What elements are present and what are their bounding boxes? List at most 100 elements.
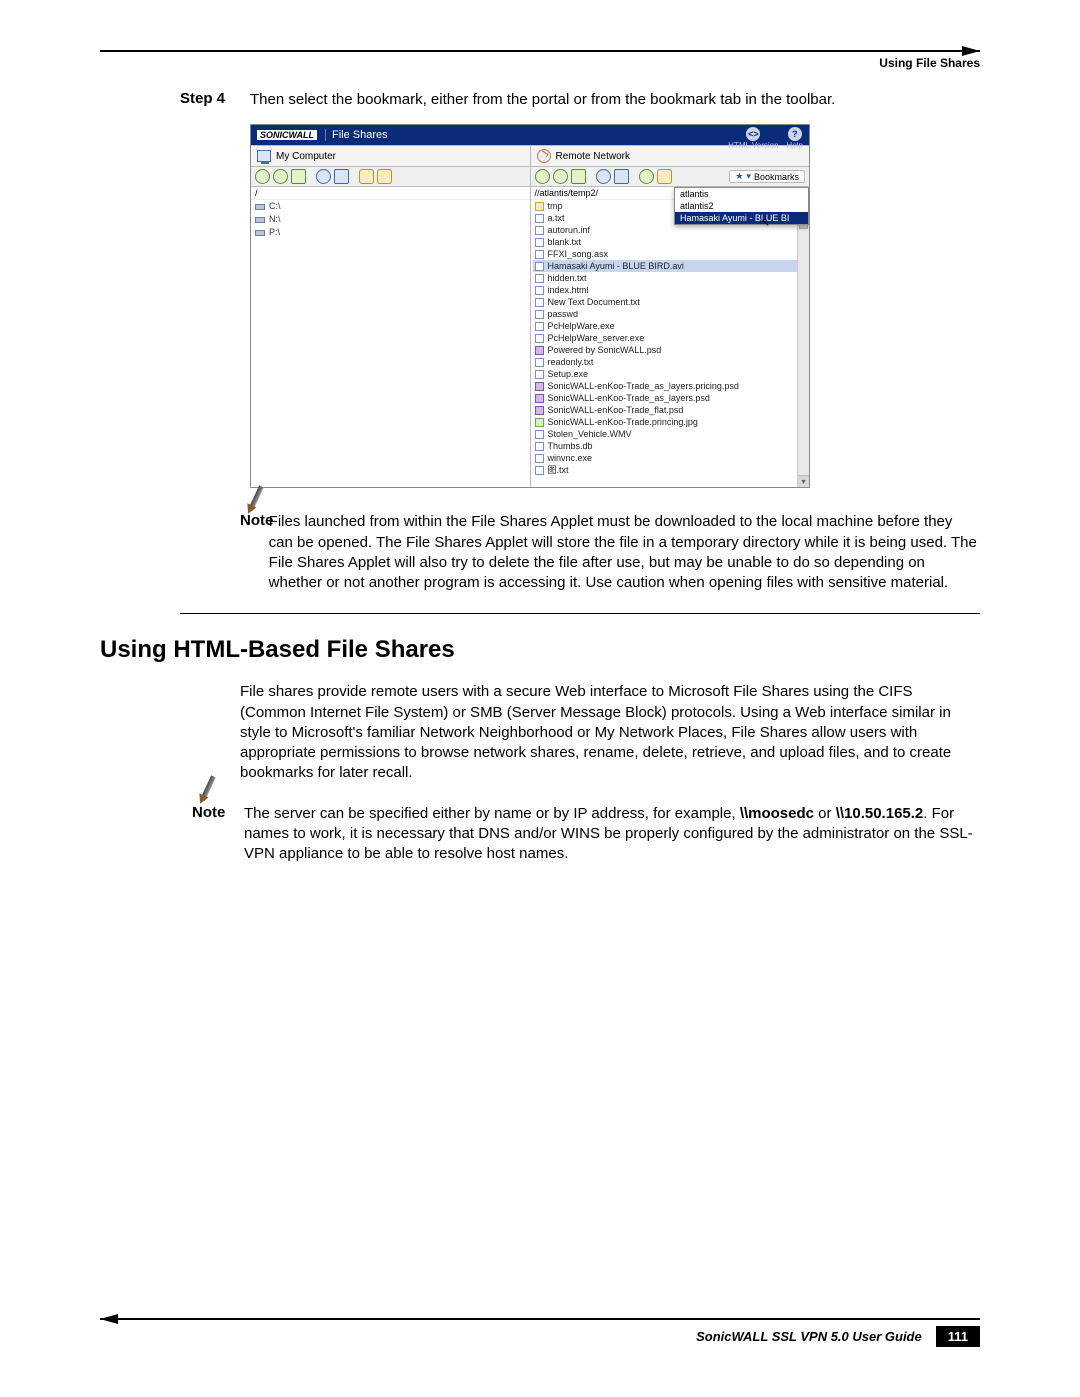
drive-item[interactable]: P:\ xyxy=(251,226,530,239)
r-refresh-icon[interactable] xyxy=(596,169,611,184)
drive-icon xyxy=(255,204,265,210)
forward-icon[interactable] xyxy=(273,169,288,184)
file-icon xyxy=(535,382,544,391)
file-icon xyxy=(535,346,544,355)
file-shares-applet-screenshot: SONICWALL File Shares <> HTML Version ? … xyxy=(250,124,810,488)
bookmark-item-selected[interactable]: Hamasaki Ayumi - BLUE BI ↖ xyxy=(675,212,808,224)
r-up-icon[interactable] xyxy=(571,169,586,184)
file-icon xyxy=(535,454,544,463)
network-icon xyxy=(537,149,551,163)
drive-icon xyxy=(255,217,265,223)
file-item[interactable]: Thumbs.db xyxy=(533,440,808,452)
file-item[interactable]: hidden.txt xyxy=(533,272,808,284)
file-item[interactable]: PcHelpWare_server.exe xyxy=(533,332,808,344)
file-item[interactable]: blank.txt xyxy=(533,236,808,248)
file-icon xyxy=(535,466,544,475)
section-heading: Using HTML-Based File Shares xyxy=(100,636,980,664)
applet-titlebar: SONICWALL File Shares <> HTML Version ? … xyxy=(251,125,809,145)
file-icon xyxy=(535,430,544,439)
sonicwall-logo: SONICWALL xyxy=(257,130,317,140)
file-item[interactable]: PcHelpWare.exe xyxy=(533,320,808,332)
file-icon xyxy=(535,358,544,367)
file-icon xyxy=(535,322,544,331)
file-icon xyxy=(535,418,544,427)
file-item[interactable]: SonicWALL-enKoo-Trade_as_layers.pricing.… xyxy=(533,380,808,392)
my-computer-header: My Computer xyxy=(251,146,531,166)
html-version-button[interactable]: <> xyxy=(746,127,760,141)
file-icon xyxy=(535,202,544,211)
step-text: Then select the bookmark, either from th… xyxy=(250,90,835,110)
newfolder-icon[interactable] xyxy=(359,169,374,184)
file-icon xyxy=(535,298,544,307)
bookmark-item[interactable]: atlantis2 xyxy=(675,200,808,212)
note-text: The server can be specified either by na… xyxy=(244,804,980,865)
file-item[interactable]: index.html xyxy=(533,284,808,296)
file-item[interactable]: SonicWALL-enKoo-Trade_as_layers.psd xyxy=(533,392,808,404)
note-text: Files launched from within the File Shar… xyxy=(269,512,980,593)
drive-icon xyxy=(255,230,265,236)
drive-item[interactable]: N:\ xyxy=(251,213,530,226)
file-item[interactable]: SonicWALL-enKoo-Trade.princing.jpg xyxy=(533,416,808,428)
pencil-icon xyxy=(240,484,262,520)
file-item[interactable]: readonly.txt xyxy=(533,356,808,368)
refresh-icon[interactable] xyxy=(316,169,331,184)
up-icon[interactable] xyxy=(291,169,306,184)
r-copy-icon[interactable] xyxy=(614,169,629,184)
scroll-down-icon[interactable]: ▾ xyxy=(798,475,809,487)
file-item[interactable]: FFXI_song.asx xyxy=(533,248,808,260)
r-new-icon[interactable] xyxy=(657,169,672,184)
r-forward-icon[interactable] xyxy=(553,169,568,184)
bookmarks-menu[interactable]: atlantisatlantis2 Hamasaki Ayumi - BLUE … xyxy=(674,187,809,225)
applet-title: File Shares xyxy=(325,129,388,141)
section-divider xyxy=(180,613,980,614)
pencil-icon xyxy=(192,774,214,810)
local-pane[interactable]: / C:\N:\P:\ xyxy=(251,187,531,487)
drive-item[interactable]: C:\ xyxy=(251,200,530,213)
section-paragraph: File shares provide remote users with a … xyxy=(240,682,980,783)
local-root: / xyxy=(251,187,530,200)
remote-pane[interactable]: //atlantis/temp2/ tmpa.txtautorun.infbla… xyxy=(531,187,810,487)
file-item[interactable]: Powered by SonicWALL.psd xyxy=(533,344,808,356)
bookmarks-dropdown[interactable]: ★ ▾ Bookmarks xyxy=(729,170,805,183)
note-label: Note xyxy=(180,512,249,529)
help-button[interactable]: ? xyxy=(788,127,802,141)
file-icon xyxy=(535,238,544,247)
copy-icon[interactable] xyxy=(334,169,349,184)
pc-icon xyxy=(257,150,271,162)
r-misc-icon[interactable] xyxy=(639,169,654,184)
footer-rule xyxy=(100,1318,980,1320)
bookmark-item[interactable]: atlantis xyxy=(675,188,808,200)
delete-icon[interactable] xyxy=(377,169,392,184)
file-item[interactable]: Setup.exe xyxy=(533,368,808,380)
file-icon xyxy=(535,370,544,379)
page-number: 111 xyxy=(936,1326,980,1347)
file-icon xyxy=(535,310,544,319)
file-icon xyxy=(535,214,544,223)
back-icon[interactable] xyxy=(255,169,270,184)
r-back-icon[interactable] xyxy=(535,169,550,184)
help-label: Help xyxy=(787,141,803,150)
file-icon xyxy=(535,334,544,343)
bookmark-icon: ★ xyxy=(735,171,743,182)
note-1: Note Files launched from within the File… xyxy=(180,512,980,593)
file-item[interactable]: New Text Document.txt xyxy=(533,296,808,308)
file-item[interactable]: passwd xyxy=(533,308,808,320)
file-icon xyxy=(535,394,544,403)
step-label: Step 4 xyxy=(180,90,250,107)
page-footer: SonicWALL SSL VPN 5.0 User Guide 111 xyxy=(100,1318,980,1347)
toolbars: ★ ▾ Bookmarks xyxy=(251,167,809,187)
file-item[interactable]: Stolen_Vehicle.WMV xyxy=(533,428,808,440)
note-2: Note The server can be specified either … xyxy=(180,804,980,865)
file-item[interactable]: Hamasaki Ayumi - BLUE BIRD.avi xyxy=(533,260,808,272)
file-item[interactable]: winvnc.exe xyxy=(533,452,808,464)
html-version-label: HTML Version xyxy=(728,141,778,150)
file-icon xyxy=(535,250,544,259)
file-icon xyxy=(535,286,544,295)
header-rule xyxy=(100,50,980,52)
file-item[interactable]: 图.txt xyxy=(533,464,808,476)
file-icon xyxy=(535,226,544,235)
step-4: Step 4 Then select the bookmark, either … xyxy=(180,90,980,110)
remote-scrollbar[interactable]: ▾ xyxy=(797,187,809,487)
file-item[interactable]: SonicWALL-enKoo-Trade_flat.psd xyxy=(533,404,808,416)
file-icon xyxy=(535,262,544,271)
